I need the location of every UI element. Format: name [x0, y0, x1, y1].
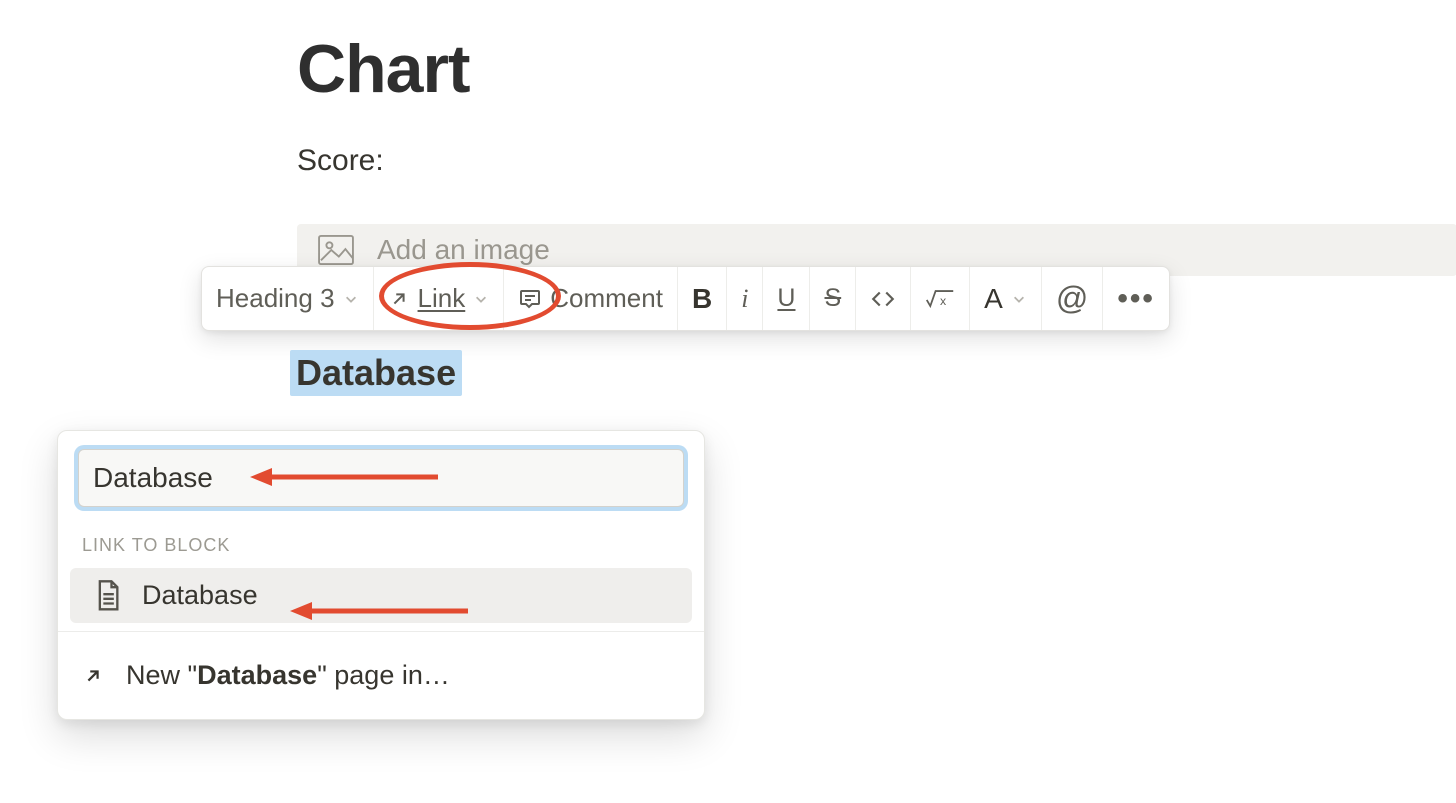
- search-input-wrap: [78, 449, 684, 507]
- link-label: Link: [418, 283, 466, 314]
- comment-label: Comment: [550, 283, 663, 314]
- image-icon: [317, 234, 355, 266]
- link-result-label: Database: [142, 580, 258, 611]
- italic-glyph: i: [741, 284, 748, 314]
- underline-button[interactable]: U: [763, 267, 810, 330]
- block-type-dropdown[interactable]: Heading 3: [202, 267, 374, 330]
- image-placeholder-text: Add an image: [377, 234, 550, 266]
- bold-glyph: B: [692, 283, 712, 315]
- text-color-button[interactable]: A: [970, 267, 1042, 330]
- score-property[interactable]: Score:: [297, 144, 470, 178]
- page-body: Chart Score:: [297, 30, 470, 214]
- chevron-down-icon: [343, 291, 359, 307]
- svg-text:x: x: [940, 294, 947, 308]
- code-icon: [870, 286, 896, 312]
- arrow-up-right-icon: [82, 665, 104, 687]
- code-button[interactable]: [856, 267, 911, 330]
- text-color-glyph: A: [984, 283, 1003, 315]
- at-glyph: @: [1056, 280, 1088, 317]
- link-result-item[interactable]: Database: [70, 568, 692, 623]
- mention-button[interactable]: @: [1042, 267, 1103, 330]
- underline-glyph: U: [777, 284, 795, 313]
- bold-button[interactable]: B: [678, 267, 727, 330]
- page-title[interactable]: Chart: [297, 30, 470, 108]
- strike-glyph: S: [824, 284, 841, 313]
- popup-divider: [58, 631, 704, 632]
- italic-button[interactable]: i: [727, 267, 763, 330]
- more-icon: •••: [1117, 282, 1155, 316]
- new-page-option[interactable]: New "Database" page in…: [58, 638, 704, 711]
- equation-button[interactable]: x: [911, 267, 970, 330]
- formatting-toolbar: Heading 3 Link Comment B i U S: [201, 266, 1170, 331]
- arrow-up-right-icon: [388, 288, 410, 310]
- link-button[interactable]: Link: [374, 267, 505, 330]
- new-page-text: New "Database" page in…: [126, 660, 450, 691]
- selected-heading-text[interactable]: Database: [290, 350, 462, 396]
- chevron-down-icon: [473, 291, 489, 307]
- link-section-label: LINK TO BLOCK: [58, 529, 704, 568]
- sqrt-icon: x: [925, 287, 955, 311]
- strikethrough-button[interactable]: S: [810, 267, 856, 330]
- block-type-label: Heading 3: [216, 283, 335, 314]
- more-button[interactable]: •••: [1103, 267, 1169, 330]
- link-search-input[interactable]: [78, 449, 684, 507]
- page-icon: [94, 581, 122, 611]
- comment-icon: [518, 287, 542, 311]
- link-search-popup: LINK TO BLOCK Database New "Database" pa…: [57, 430, 705, 720]
- comment-button[interactable]: Comment: [504, 267, 678, 330]
- chevron-down-icon: [1011, 291, 1027, 307]
